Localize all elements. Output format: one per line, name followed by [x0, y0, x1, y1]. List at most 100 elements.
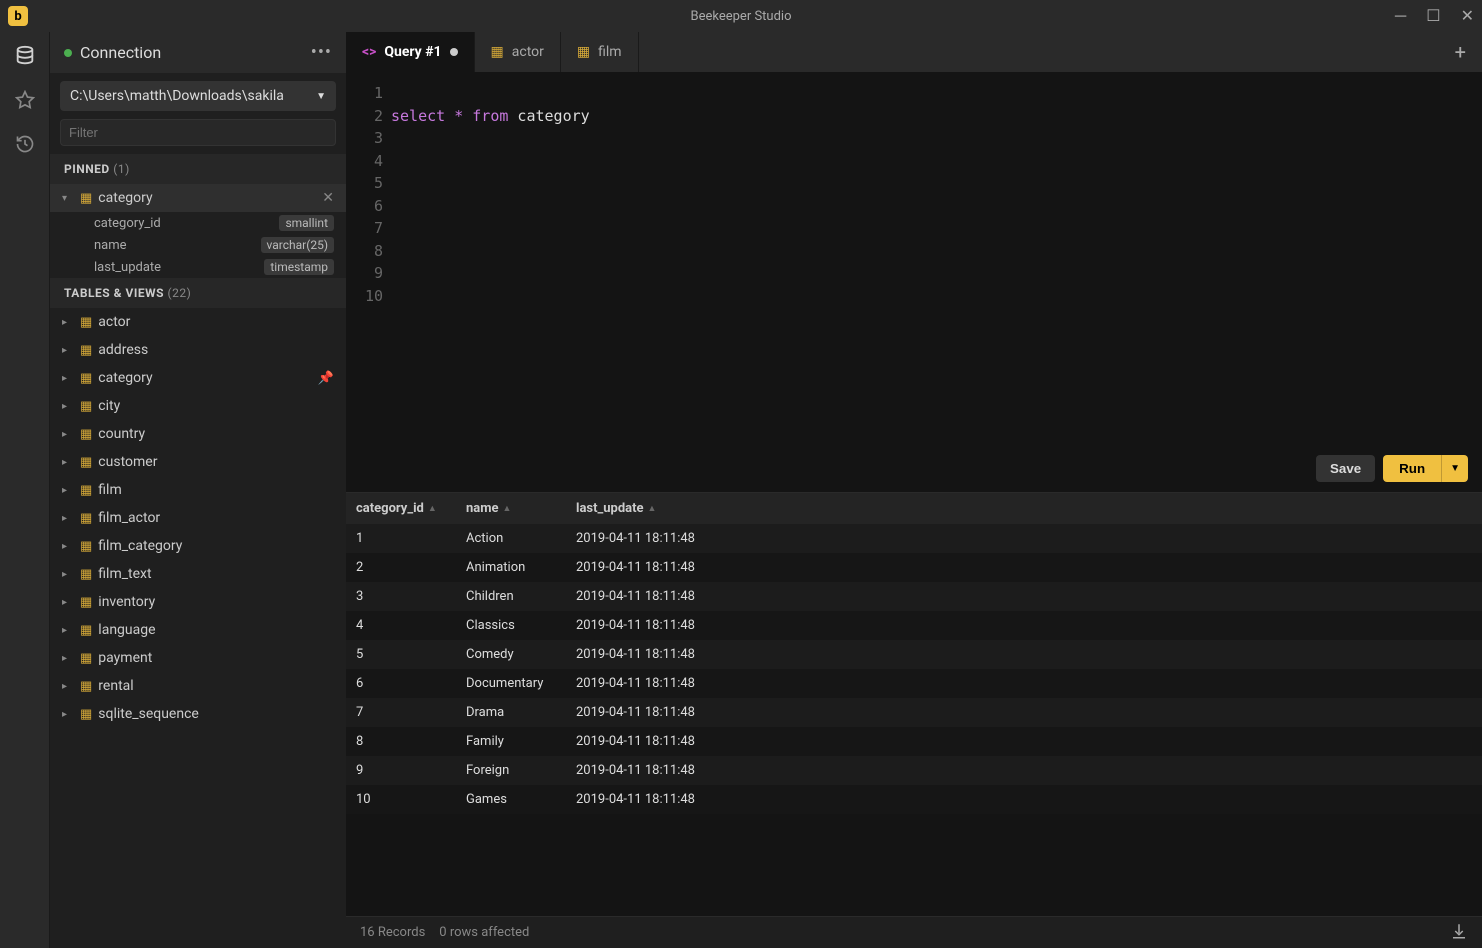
- table-item[interactable]: ▸▦actor: [50, 308, 346, 336]
- connection-status-dot: [64, 49, 72, 57]
- table-row[interactable]: 7Drama2019-04-11 18:11:48: [346, 698, 1482, 727]
- chevron-right-icon: ▸: [62, 681, 74, 692]
- table-item[interactable]: ▸▦rental: [50, 672, 346, 700]
- cell: Family: [456, 727, 566, 756]
- table-icon: ▦: [80, 399, 92, 414]
- table-row[interactable]: 5Comedy2019-04-11 18:11:48: [346, 640, 1482, 669]
- cell: Classics: [456, 611, 566, 640]
- table-row[interactable]: 3Children2019-04-11 18:11:48: [346, 582, 1482, 611]
- run-button[interactable]: Run: [1383, 455, 1441, 482]
- table-item[interactable]: ▸▦category📌: [50, 364, 346, 392]
- column-header[interactable]: last_update ▲: [566, 493, 1482, 524]
- table-name: inventory: [98, 594, 155, 610]
- code-icon: <>: [362, 44, 376, 60]
- save-button[interactable]: Save: [1316, 455, 1375, 482]
- table-icon: ▦: [80, 567, 92, 582]
- table-row[interactable]: 4Classics2019-04-11 18:11:48: [346, 611, 1482, 640]
- chevron-right-icon: ▸: [62, 457, 74, 468]
- table-item[interactable]: ▸▦language: [50, 616, 346, 644]
- table-name: film: [98, 482, 121, 498]
- column-row[interactable]: last_updatetimestamp: [50, 256, 346, 278]
- cell: Documentary: [456, 669, 566, 698]
- chevron-right-icon: ▸: [62, 429, 74, 440]
- table-item[interactable]: ▸▦film: [50, 476, 346, 504]
- tab-table[interactable]: ▦actor: [475, 32, 561, 72]
- table-icon: ▦: [80, 595, 92, 610]
- chevron-right-icon: ▸: [62, 373, 74, 384]
- download-button[interactable]: [1450, 922, 1468, 944]
- app-title: Beekeeper Studio: [690, 9, 791, 24]
- run-dropdown-button[interactable]: ▼: [1441, 455, 1468, 482]
- table-item[interactable]: ▸▦film_text: [50, 560, 346, 588]
- table-item[interactable]: ▸▦country: [50, 420, 346, 448]
- chevron-right-icon: ▸: [62, 513, 74, 524]
- database-icon[interactable]: [13, 44, 37, 68]
- column-row[interactable]: namevarchar(25): [50, 234, 346, 256]
- history-icon[interactable]: [13, 132, 37, 156]
- code-area[interactable]: select * from category: [391, 72, 1482, 492]
- chevron-right-icon: ▸: [62, 345, 74, 356]
- table-name: film_actor: [98, 510, 160, 526]
- table-item[interactable]: ▸▦film_category: [50, 532, 346, 560]
- tab-label: film: [598, 44, 621, 60]
- column-type: smallint: [279, 215, 334, 231]
- filter-input[interactable]: [60, 119, 336, 146]
- chevron-down-icon: ▼: [316, 91, 326, 102]
- unpin-button[interactable]: ✕: [322, 190, 334, 206]
- cell: 7: [346, 698, 456, 727]
- table-row[interactable]: 6Documentary2019-04-11 18:11:48: [346, 669, 1482, 698]
- cell: 8: [346, 727, 456, 756]
- pinned-table-name: category: [98, 190, 152, 206]
- chevron-right-icon: ▸: [62, 597, 74, 608]
- column-header[interactable]: name ▲: [456, 493, 566, 524]
- status-bar: 16 Records 0 rows affected: [346, 916, 1482, 948]
- chevron-right-icon: ▸: [62, 485, 74, 496]
- cell: 3: [346, 582, 456, 611]
- connection-menu-button[interactable]: •••: [311, 42, 332, 63]
- table-row[interactable]: 8Family2019-04-11 18:11:48: [346, 727, 1482, 756]
- table-item[interactable]: ▸▦city: [50, 392, 346, 420]
- table-icon: ▦: [80, 679, 92, 694]
- minimize-button[interactable]: ─: [1395, 6, 1406, 26]
- database-selector[interactable]: C:\Users\matth\Downloads\sakila ▼: [60, 81, 336, 111]
- cell: 1: [346, 524, 456, 553]
- chevron-down-icon: ▾: [62, 193, 74, 204]
- favorites-icon[interactable]: [13, 88, 37, 112]
- pinned-table-item[interactable]: ▾ ▦ category ✕: [50, 184, 346, 212]
- chevron-right-icon: ▸: [62, 569, 74, 580]
- query-editor[interactable]: 12345678910 select * from category Save …: [346, 72, 1482, 492]
- table-item[interactable]: ▸▦sqlite_sequence: [50, 700, 346, 728]
- column-row[interactable]: category_idsmallint: [50, 212, 346, 234]
- sidebar: Connection ••• C:\Users\matth\Downloads\…: [50, 32, 346, 948]
- maximize-button[interactable]: ☐: [1426, 6, 1440, 26]
- sort-icon: ▲: [503, 503, 512, 514]
- line-gutter: 12345678910: [346, 72, 391, 492]
- table-item[interactable]: ▸▦address: [50, 336, 346, 364]
- table-name: payment: [98, 650, 152, 666]
- table-row[interactable]: 10Games2019-04-11 18:11:48: [346, 785, 1482, 814]
- chevron-right-icon: ▸: [62, 709, 74, 720]
- column-type: varchar(25): [261, 237, 334, 253]
- table-item[interactable]: ▸▦payment: [50, 644, 346, 672]
- table-row[interactable]: 1Action2019-04-11 18:11:48: [346, 524, 1482, 553]
- table-item[interactable]: ▸ ▦ inventory: [50, 588, 346, 616]
- table-row[interactable]: 2Animation2019-04-11 18:11:48: [346, 553, 1482, 582]
- table-item[interactable]: ▸▦customer: [50, 448, 346, 476]
- titlebar: b Beekeeper Studio ─ ☐ ✕: [0, 0, 1482, 32]
- cell: 2019-04-11 18:11:48: [566, 698, 1482, 727]
- table-name: customer: [98, 454, 157, 470]
- sort-icon: ▲: [648, 503, 657, 514]
- table-item[interactable]: ▸▦film_actor: [50, 504, 346, 532]
- results-body[interactable]: 1Action2019-04-11 18:11:482Animation2019…: [346, 524, 1482, 916]
- table-row[interactable]: 9Foreign2019-04-11 18:11:48: [346, 756, 1482, 785]
- table-icon: ▦: [491, 44, 504, 60]
- tab-label: Query #1: [384, 44, 441, 60]
- tab-query[interactable]: <> Query #1: [346, 32, 475, 72]
- chevron-right-icon: ▸: [62, 625, 74, 636]
- column-header[interactable]: category_id ▲: [346, 493, 456, 524]
- tab-table[interactable]: ▦film: [561, 32, 639, 72]
- chevron-right-icon: ▸: [62, 653, 74, 664]
- close-button[interactable]: ✕: [1461, 6, 1474, 26]
- cell: 5: [346, 640, 456, 669]
- new-tab-button[interactable]: +: [1439, 32, 1482, 72]
